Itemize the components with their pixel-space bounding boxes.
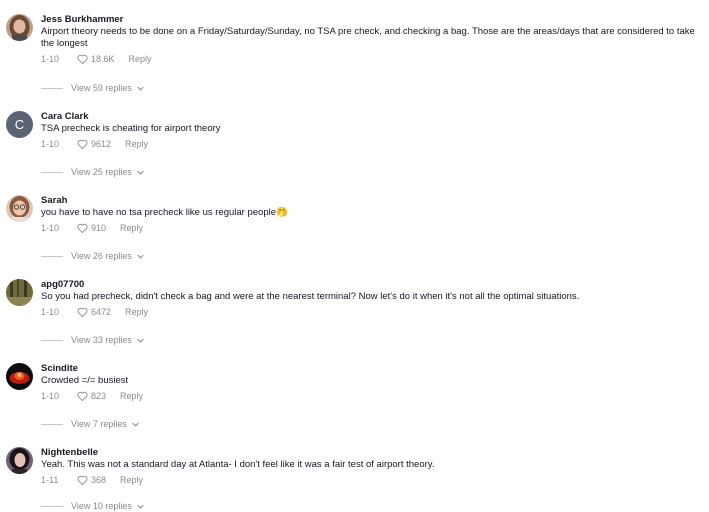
like-count: 910 bbox=[91, 223, 107, 233]
view-replies-label: View 25 replies bbox=[71, 167, 132, 177]
divider-line bbox=[41, 339, 63, 341]
comment-username[interactable]: Scindite bbox=[41, 363, 705, 375]
reply-button[interactable]: Reply bbox=[125, 307, 148, 317]
heart-icon bbox=[77, 139, 88, 149]
comment-date: 1-10 bbox=[41, 307, 60, 317]
avatar[interactable] bbox=[6, 363, 33, 390]
comment-text: So you had precheck, didn't check a bag … bbox=[41, 291, 580, 302]
like-count: 823 bbox=[91, 391, 107, 401]
comment-date: 1-10 bbox=[41, 139, 60, 149]
view-replies-button[interactable]: View 10 replies bbox=[41, 500, 144, 512]
view-replies-label: View 7 replies bbox=[71, 419, 127, 429]
reply-button[interactable]: Reply bbox=[120, 223, 143, 233]
divider-line bbox=[41, 87, 63, 89]
divider-line bbox=[41, 505, 63, 507]
heart-icon bbox=[77, 223, 88, 233]
comment-username[interactable]: Sarah bbox=[41, 195, 705, 207]
like-button[interactable]: 910 bbox=[77, 223, 106, 233]
view-replies-label: View 59 replies bbox=[71, 83, 132, 93]
comment-username[interactable]: Nightenbelle bbox=[41, 447, 705, 459]
like-button[interactable]: 18.6K bbox=[77, 54, 115, 64]
heart-icon bbox=[77, 54, 88, 64]
comment-text: you have to have no tsa precheck like us… bbox=[41, 207, 288, 218]
comment-text: Yeah. This was not a standard day at Atl… bbox=[41, 459, 435, 470]
chevron-down-icon bbox=[132, 422, 139, 427]
heart-icon bbox=[77, 307, 88, 317]
like-count: 9612 bbox=[91, 139, 112, 149]
comment-date: 1-10 bbox=[41, 54, 60, 64]
comment-text: Crowded =/= busiest bbox=[41, 375, 129, 386]
like-button[interactable]: 368 bbox=[77, 475, 106, 485]
profile-photo-icon bbox=[6, 14, 33, 41]
divider-line bbox=[41, 171, 63, 173]
view-replies-button[interactable]: View 59 replies bbox=[41, 82, 144, 94]
view-replies-button[interactable]: View 25 replies bbox=[41, 166, 144, 178]
profile-photo-icon bbox=[6, 447, 33, 474]
comment-date: 1-10 bbox=[41, 391, 60, 401]
like-count: 6472 bbox=[91, 307, 112, 317]
view-replies-label: View 10 replies bbox=[71, 501, 132, 511]
like-count: 368 bbox=[91, 475, 107, 485]
divider-line bbox=[41, 423, 63, 425]
reply-button[interactable]: Reply bbox=[120, 475, 143, 485]
profile-photo-icon bbox=[6, 363, 33, 390]
like-button[interactable]: 6472 bbox=[77, 307, 111, 317]
avatar[interactable] bbox=[6, 195, 33, 222]
comment-date: 1-10 bbox=[41, 223, 60, 233]
avatar[interactable] bbox=[6, 279, 33, 306]
reply-button[interactable]: Reply bbox=[125, 139, 148, 149]
like-button[interactable]: 9612 bbox=[77, 139, 111, 149]
heart-icon bbox=[77, 475, 88, 485]
profile-photo-icon bbox=[6, 195, 33, 222]
reply-button[interactable]: Reply bbox=[129, 54, 152, 64]
comment-date: 1-11 bbox=[41, 475, 59, 485]
avatar[interactable]: C bbox=[6, 111, 33, 138]
like-count: 18.6K bbox=[91, 54, 115, 64]
comment-username[interactable]: Cara Clark bbox=[41, 111, 705, 123]
view-replies-button[interactable]: View 7 replies bbox=[41, 418, 139, 430]
heart-icon bbox=[77, 391, 88, 401]
avatar-letter: C bbox=[6, 111, 33, 138]
view-replies-button[interactable]: View 26 replies bbox=[41, 250, 144, 262]
divider-line bbox=[41, 255, 63, 257]
chevron-down-icon bbox=[137, 170, 144, 175]
view-replies-button[interactable]: View 33 replies bbox=[41, 334, 144, 346]
like-button[interactable]: 823 bbox=[77, 391, 106, 401]
comment-text: TSA precheck is cheating for airport the… bbox=[41, 123, 221, 134]
avatar[interactable] bbox=[6, 447, 33, 474]
view-replies-label: View 26 replies bbox=[71, 251, 132, 261]
chevron-down-icon bbox=[137, 254, 144, 259]
comment-username[interactable]: Jess Burkhammer bbox=[41, 14, 705, 26]
view-replies-label: View 33 replies bbox=[71, 335, 132, 345]
chevron-down-icon bbox=[137, 504, 144, 509]
chevron-down-icon bbox=[137, 338, 144, 343]
comment-text: Airport theory needs to be done on a Fri… bbox=[41, 26, 695, 49]
avatar[interactable] bbox=[6, 14, 33, 41]
reply-button[interactable]: Reply bbox=[120, 391, 143, 401]
profile-photo-icon bbox=[6, 279, 33, 306]
chevron-down-icon bbox=[137, 86, 144, 91]
comment-username[interactable]: apg07700 bbox=[41, 279, 705, 291]
